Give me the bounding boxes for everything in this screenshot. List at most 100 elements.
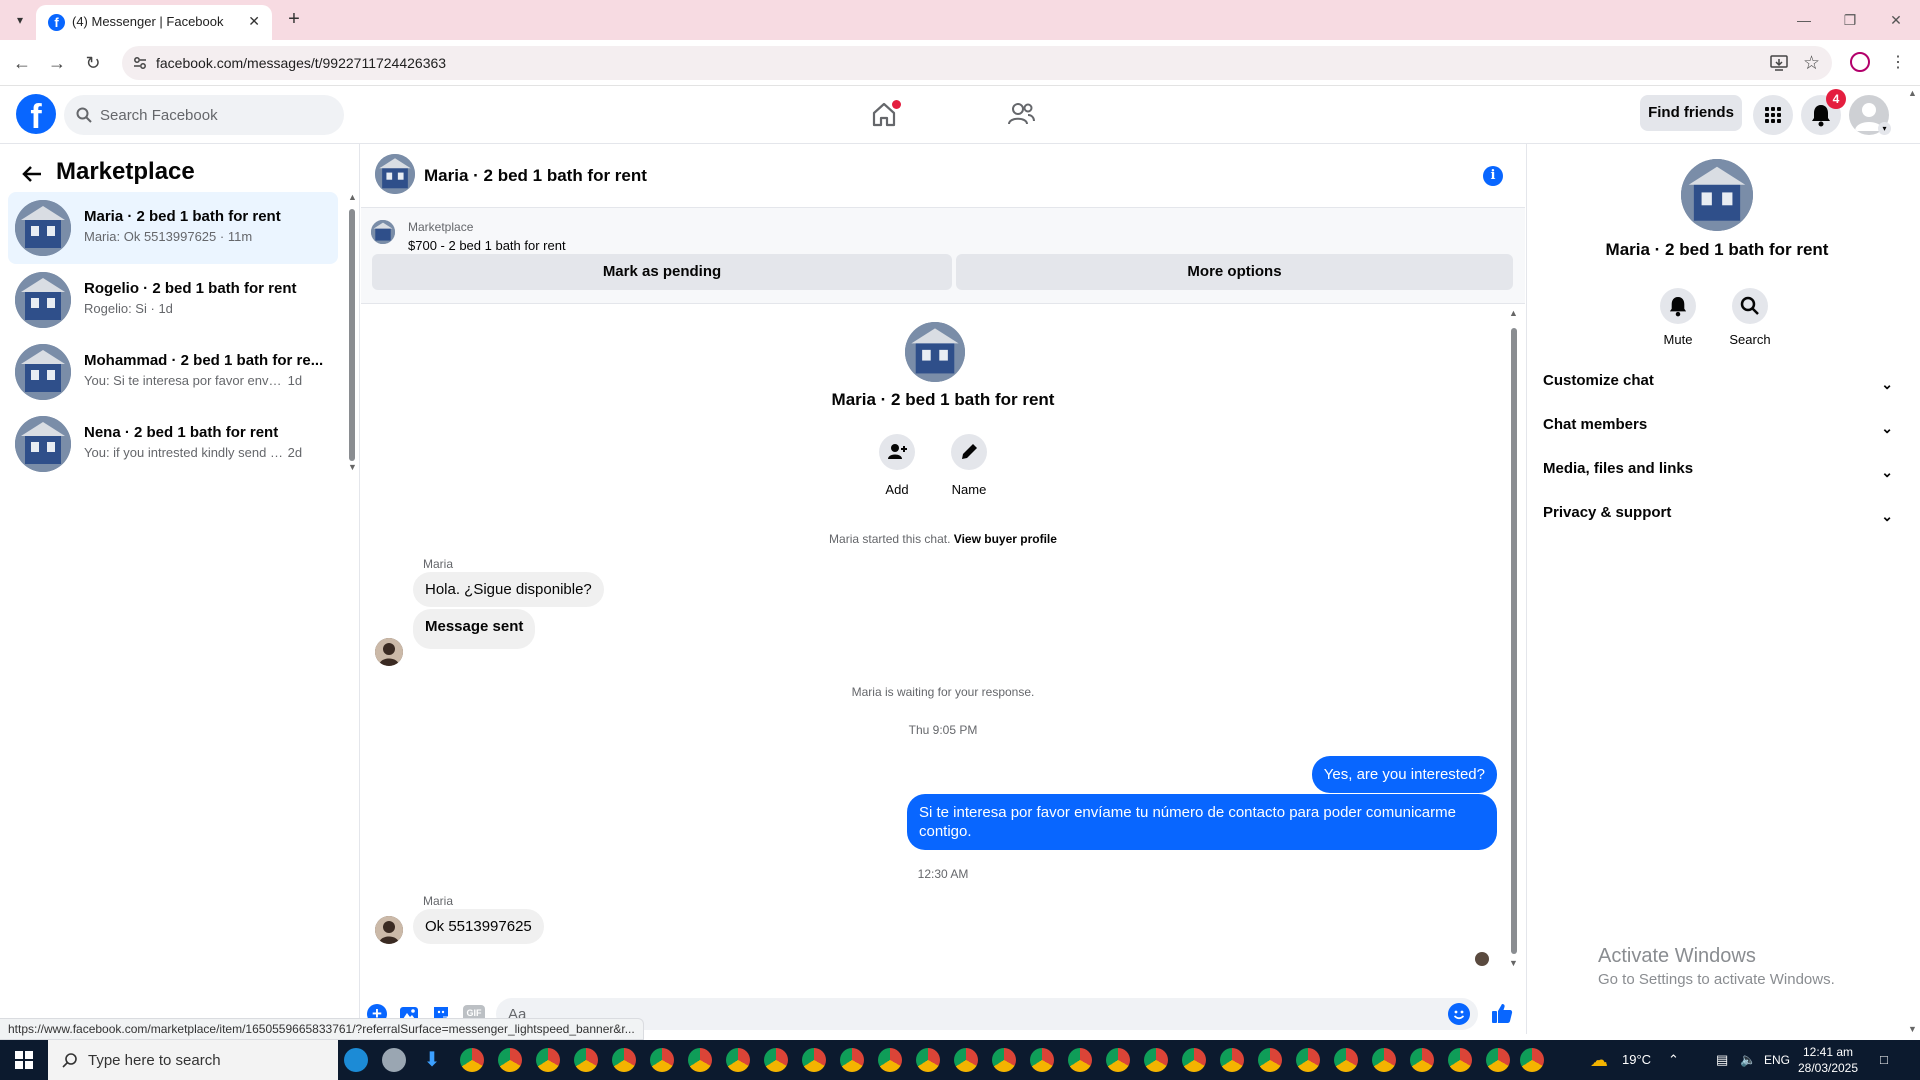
incoming-message[interactable]: Ok 5513997625	[413, 909, 544, 944]
chrome-icon[interactable]	[536, 1048, 560, 1072]
info-icon[interactable]: i	[1483, 166, 1503, 186]
sender-avatar[interactable]	[375, 638, 403, 666]
address-bar[interactable]: facebook.com/messages/t/9922711724426363…	[122, 46, 1832, 80]
chrome-icon[interactable]	[916, 1048, 940, 1072]
windows-start-icon[interactable]	[0, 1040, 48, 1080]
conversation-item[interactable]: Mohammad · 2 bed 1 bath for re... You: S…	[8, 336, 338, 408]
chrome-icon[interactable]	[1296, 1048, 1320, 1072]
scroll-down-arrow[interactable]: ▼	[348, 462, 357, 472]
add-person-button[interactable]	[879, 434, 915, 470]
customize-chat-section[interactable]: Customize chat ⌄	[1543, 372, 1893, 416]
listing-thumbnail[interactable]	[371, 220, 395, 244]
tab-search-chevron-icon[interactable]: ▾	[10, 10, 30, 30]
media-files-links-section[interactable]: Media, files and links ⌄	[1543, 460, 1893, 504]
new-tab-button[interactable]: +	[282, 8, 306, 32]
menu-grid-button[interactable]	[1753, 95, 1793, 135]
network-icon[interactable]: ▤	[1716, 1040, 1728, 1080]
chrome-icon[interactable]	[840, 1048, 864, 1072]
bookmark-star-icon[interactable]: ☆	[1803, 52, 1820, 75]
conversation-item[interactable]: Nena · 2 bed 1 bath for rent You: if you…	[8, 408, 338, 480]
edge-icon[interactable]	[344, 1048, 368, 1072]
incoming-message[interactable]: Hola. ¿Sigue disponible?	[413, 572, 604, 607]
chrome-icon[interactable]	[802, 1048, 826, 1072]
chrome-icon[interactable]	[954, 1048, 978, 1072]
conversation-item[interactable]: Maria · 2 bed 1 bath for rent Maria: Ok …	[8, 192, 338, 264]
mark-as-pending-button[interactable]: Mark as pending	[372, 254, 952, 290]
chrome-icon[interactable]	[1144, 1048, 1168, 1072]
outgoing-message[interactable]: Yes, are you interested?	[1311, 756, 1497, 793]
weather-icon[interactable]: ☁	[1590, 1040, 1608, 1080]
incoming-message[interactable]: Message sent	[413, 609, 536, 649]
forward-arrow-icon[interactable]: →	[45, 51, 69, 75]
browser-tab-messenger[interactable]: f (4) Messenger | Facebook ✕	[36, 5, 272, 40]
chrome-menu-icon[interactable]: ⋮	[1886, 51, 1910, 75]
tray-chevron-icon[interactable]: ⌃	[1668, 1040, 1679, 1080]
scroll-down-arrow[interactable]: ▼	[1509, 958, 1518, 968]
back-arrow-icon[interactable]	[20, 162, 44, 186]
view-buyer-profile-link[interactable]: View buyer profile	[954, 532, 1057, 546]
chrome-icon[interactable]	[992, 1048, 1016, 1072]
chrome-icon[interactable]	[878, 1048, 902, 1072]
left-scrollbar-thumb[interactable]	[349, 209, 355, 461]
chrome-icon[interactable]	[1410, 1048, 1434, 1072]
reload-icon[interactable]: ↻	[81, 51, 105, 75]
chrome-icon[interactable]	[1372, 1048, 1396, 1072]
like-thumbs-up-icon[interactable]	[1490, 1001, 1514, 1025]
chat-members-section[interactable]: Chat members ⌄	[1543, 416, 1893, 460]
chrome-icon[interactable]	[1220, 1048, 1244, 1072]
chat-scrollbar-thumb[interactable]	[1511, 328, 1517, 954]
chrome-icon[interactable]	[460, 1048, 484, 1072]
chrome-icon[interactable]	[1106, 1048, 1130, 1072]
chrome-icon[interactable]	[1068, 1048, 1092, 1072]
privacy-support-section[interactable]: Privacy & support ⌄	[1543, 504, 1893, 548]
account-chevron-icon[interactable]: ▾	[1878, 122, 1891, 135]
site-info-icon[interactable]	[132, 55, 148, 71]
search-action[interactable]: Search	[1710, 288, 1790, 347]
page-scroll-down-arrow[interactable]: ▼	[1908, 1024, 1917, 1034]
chrome-icon[interactable]	[1486, 1048, 1510, 1072]
conversation-item[interactable]: Rogelio · 2 bed 1 bath for rent Rogelio:…	[8, 264, 338, 336]
emoji-icon[interactable]	[1448, 1003, 1470, 1025]
back-arrow-icon[interactable]: ←	[10, 51, 34, 75]
sender-avatar[interactable]	[375, 916, 403, 944]
close-window-icon[interactable]: ✕	[1874, 8, 1918, 32]
chat-header-name[interactable]: Maria · 2 bed 1 bath for rent	[424, 166, 647, 186]
chrome-icon[interactable]	[1520, 1048, 1544, 1072]
chrome-icon[interactable]	[726, 1048, 750, 1072]
chrome-icon[interactable]	[1182, 1048, 1206, 1072]
mute-action[interactable]: Mute	[1638, 288, 1718, 347]
profile-icon[interactable]	[1850, 52, 1870, 72]
install-app-icon[interactable]	[1770, 54, 1788, 72]
restore-window-icon[interactable]: ❐	[1828, 8, 1872, 32]
facebook-search-input[interactable]: Search Facebook	[64, 95, 344, 135]
chrome-icon[interactable]	[1258, 1048, 1282, 1072]
language-indicator[interactable]: ENG	[1764, 1040, 1790, 1080]
chat-header-avatar[interactable]	[375, 154, 415, 194]
notification-center-icon[interactable]: □	[1880, 1040, 1888, 1080]
edit-name-button[interactable]	[951, 434, 987, 470]
chrome-icon[interactable]	[1030, 1048, 1054, 1072]
tab-close-icon[interactable]: ✕	[248, 13, 260, 30]
listing-title[interactable]: $700 - 2 bed 1 bath for rent	[408, 238, 566, 253]
temperature[interactable]: 19°C	[1622, 1040, 1651, 1080]
outgoing-message[interactable]: Si te interesa por favor envíame tu núme…	[907, 794, 1497, 850]
download-icon[interactable]: ⬇	[420, 1048, 444, 1072]
minimize-window-icon[interactable]: —	[1782, 8, 1826, 32]
friends-icon[interactable]	[1006, 100, 1036, 128]
chrome-icon[interactable]	[574, 1048, 598, 1072]
more-options-button[interactable]: More options	[956, 254, 1513, 290]
scroll-up-arrow[interactable]: ▲	[348, 192, 357, 202]
chrome-icon[interactable]	[650, 1048, 674, 1072]
app-icon[interactable]	[382, 1048, 406, 1072]
chrome-icon[interactable]	[1334, 1048, 1358, 1072]
page-scroll-up-arrow[interactable]: ▲	[1908, 88, 1917, 98]
chrome-icon[interactable]	[1448, 1048, 1472, 1072]
taskbar-clock[interactable]: 12:41 am 28/03/2025	[1790, 1044, 1866, 1076]
find-friends-button[interactable]: Find friends	[1640, 95, 1742, 131]
chrome-icon[interactable]	[612, 1048, 636, 1072]
chrome-icon[interactable]	[764, 1048, 788, 1072]
taskbar-search-input[interactable]: Type here to search	[48, 1040, 338, 1080]
chrome-icon[interactable]	[688, 1048, 712, 1072]
volume-icon[interactable]: 🔈	[1740, 1040, 1756, 1080]
facebook-logo-icon[interactable]: f	[16, 94, 56, 134]
